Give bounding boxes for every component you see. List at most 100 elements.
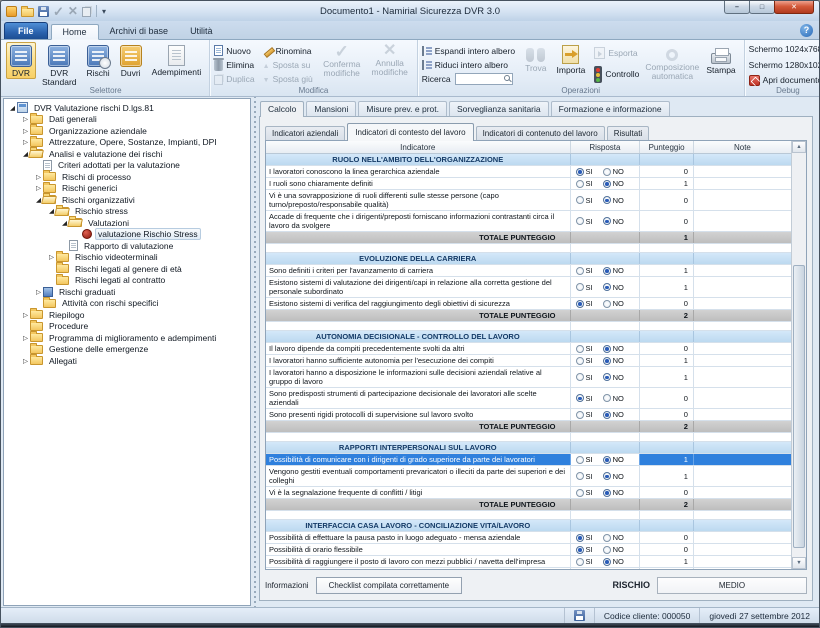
radio-si-icon[interactable] [576, 345, 584, 353]
radio-no-icon[interactable] [603, 570, 611, 571]
dvr-standard-button[interactable]: DVR Standard [38, 42, 81, 88]
note-cell[interactable] [694, 355, 791, 366]
note-cell[interactable] [694, 544, 791, 555]
stampa-button[interactable]: Stampa [702, 42, 739, 76]
radio-no-icon[interactable] [603, 456, 611, 464]
scroll-up-icon[interactable] [792, 141, 806, 153]
note-cell[interactable] [694, 343, 791, 354]
radio-si-icon[interactable] [576, 456, 584, 464]
radio-option-si[interactable]: SI [576, 488, 593, 497]
radio-option-no[interactable]: NO [603, 217, 624, 226]
tree-item-rischi-generici[interactable]: ▷Rischi generici [5, 183, 250, 195]
radio-option-no[interactable]: NO [603, 283, 624, 292]
importa-button[interactable]: Importa [553, 42, 590, 76]
radio-si-icon[interactable] [576, 411, 584, 419]
radio-option-si[interactable]: SI [576, 557, 593, 566]
radio-option-si[interactable]: SI [576, 217, 593, 226]
table-row[interactable]: Il lavoro dipende da compiti precedentem… [266, 343, 791, 355]
table-row[interactable]: I lavoratori conoscono la linea gerarchi… [266, 166, 791, 178]
note-cell[interactable] [694, 568, 791, 570]
radio-no-icon[interactable] [603, 283, 611, 291]
radio-option-si[interactable]: SI [576, 299, 593, 308]
tab-home[interactable]: Home [51, 24, 99, 40]
radio-si-icon[interactable] [576, 472, 584, 480]
radio-si-icon[interactable] [576, 489, 584, 497]
radio-option-si[interactable]: SI [576, 196, 593, 205]
tree-item-analisi-e-valutazione-dei-rischi[interactable]: ◢Analisi e valutazione dei rischi [5, 148, 250, 160]
table-row[interactable]: Esistono sistemi di valutazione dei diri… [266, 277, 791, 298]
tree-item-attivit-con-rischi-specifici[interactable]: Attività con rischi specifici [5, 298, 250, 310]
subtab-indicatori-aziendali[interactable]: Indicatori aziendali [265, 126, 345, 140]
radio-si-icon[interactable] [576, 300, 584, 308]
table-row[interactable]: Possibilità di comunicare con i dirigent… [266, 454, 791, 466]
tree-item-rapporto-di-valutazione[interactable]: Rapporto di valutazione [5, 240, 250, 252]
radio-no-icon[interactable] [603, 300, 611, 308]
note-cell[interactable] [694, 166, 791, 177]
radio-option-no[interactable]: NO [603, 373, 624, 382]
radio-option-no[interactable]: NO [603, 533, 624, 542]
note-cell[interactable] [694, 409, 791, 420]
radio-si-icon[interactable] [576, 168, 584, 176]
schermo-1024-button[interactable]: Schermo 1024x768 [749, 42, 820, 56]
controllo-button[interactable]: Controllo [594, 67, 639, 81]
splitter-handle[interactable] [251, 97, 259, 607]
radio-si-icon[interactable] [576, 570, 584, 571]
collapse-expander-icon[interactable]: ◢ [8, 104, 17, 112]
radio-option-si[interactable]: SI [576, 455, 593, 464]
tab-archivi-di-base[interactable]: Archivi di base [99, 23, 180, 39]
tree-item-valutazioni[interactable]: ◢Valutazioni [5, 217, 250, 229]
table-row[interactable]: Vi è una sovrapposizione di ruoli differ… [266, 190, 791, 211]
tree-item-attrezzature-opere-sostanze-impianti-dpi[interactable]: ▷Attrezzature, Opere, Sostanze, Impianti… [5, 137, 250, 149]
radio-option-si[interactable]: SI [576, 373, 593, 382]
expand-expander-icon[interactable]: ▷ [34, 288, 43, 296]
riduci-albero-button[interactable]: Riduci intero albero [422, 58, 515, 72]
radio-no-icon[interactable] [603, 357, 611, 365]
radio-option-no[interactable]: NO [603, 410, 624, 419]
tree-item-criteri-adottati-per-la-valutazione[interactable]: Criteri adottati per la valutazione [5, 160, 250, 172]
expand-expander-icon[interactable]: ▷ [21, 127, 30, 135]
tree-item-rischi-graduati[interactable]: ▷Rischi graduati [5, 286, 250, 298]
tree-item-rischio-stress[interactable]: ◢Rischio stress [5, 206, 250, 218]
note-cell[interactable] [694, 388, 791, 408]
radio-no-icon[interactable] [603, 267, 611, 275]
schermo-1280-button[interactable]: Schermo 1280x1024 [749, 58, 820, 72]
radio-option-no[interactable]: NO [603, 455, 624, 464]
tab-sorveglianza-sanitaria[interactable]: Sorveglianza sanitaria [449, 101, 549, 116]
close-button[interactable] [774, 1, 814, 14]
note-cell[interactable] [694, 454, 791, 465]
tree-item-programma-di-miglioramento-e-adempimenti[interactable]: ▷Programma di miglioramento e adempiment… [5, 332, 250, 344]
radio-option-si[interactable]: SI [576, 533, 593, 542]
radio-option-si[interactable]: SI [576, 266, 593, 275]
table-row[interactable]: Vengono gestiti eventuali comportamenti … [266, 466, 791, 487]
tree-item-procedure[interactable]: Procedure [5, 321, 250, 333]
radio-option-no[interactable]: NO [603, 569, 624, 570]
tree-item-riepilogo[interactable]: ▷Riepilogo [5, 309, 250, 321]
tree-item-valutazione-rischio-stress[interactable]: valutazione Rischio Stress [5, 229, 250, 241]
tree-item-rischi-organizzativi[interactable]: ◢Rischi organizzativi [5, 194, 250, 206]
rischi-button[interactable]: Rischi [83, 42, 114, 79]
radio-no-icon[interactable] [603, 411, 611, 419]
radio-option-no[interactable]: NO [603, 356, 624, 365]
radio-si-icon[interactable] [576, 267, 584, 275]
table-row[interactable]: Vi è la segnalazione frequente di confli… [266, 487, 791, 499]
radio-si-icon[interactable] [576, 217, 584, 225]
table-row[interactable]: I ruoli sono chiaramente definitiSINO1 [266, 178, 791, 190]
radio-option-si[interactable]: SI [576, 356, 593, 365]
note-cell[interactable] [694, 178, 791, 189]
radio-option-si[interactable]: SI [576, 179, 593, 188]
radio-no-icon[interactable] [603, 373, 611, 381]
table-row[interactable]: Accade di frequente che i dirigenti/prep… [266, 211, 791, 232]
radio-no-icon[interactable] [603, 534, 611, 542]
note-cell[interactable] [694, 265, 791, 276]
radio-si-icon[interactable] [576, 373, 584, 381]
radio-option-no[interactable]: NO [603, 557, 624, 566]
radio-si-icon[interactable] [576, 357, 584, 365]
tab-mansioni[interactable]: Mansioni [306, 101, 356, 116]
file-tab[interactable]: File [4, 22, 48, 39]
elimina-button[interactable]: Elimina [214, 58, 254, 72]
table-row[interactable]: Sono presenti rigidi protocolli di super… [266, 409, 791, 421]
tab-utilita[interactable]: Utilità [179, 23, 224, 39]
radio-no-icon[interactable] [603, 558, 611, 566]
tree-item-dati-generali[interactable]: ▷Dati generali [5, 114, 250, 126]
radio-option-si[interactable]: SI [576, 545, 593, 554]
